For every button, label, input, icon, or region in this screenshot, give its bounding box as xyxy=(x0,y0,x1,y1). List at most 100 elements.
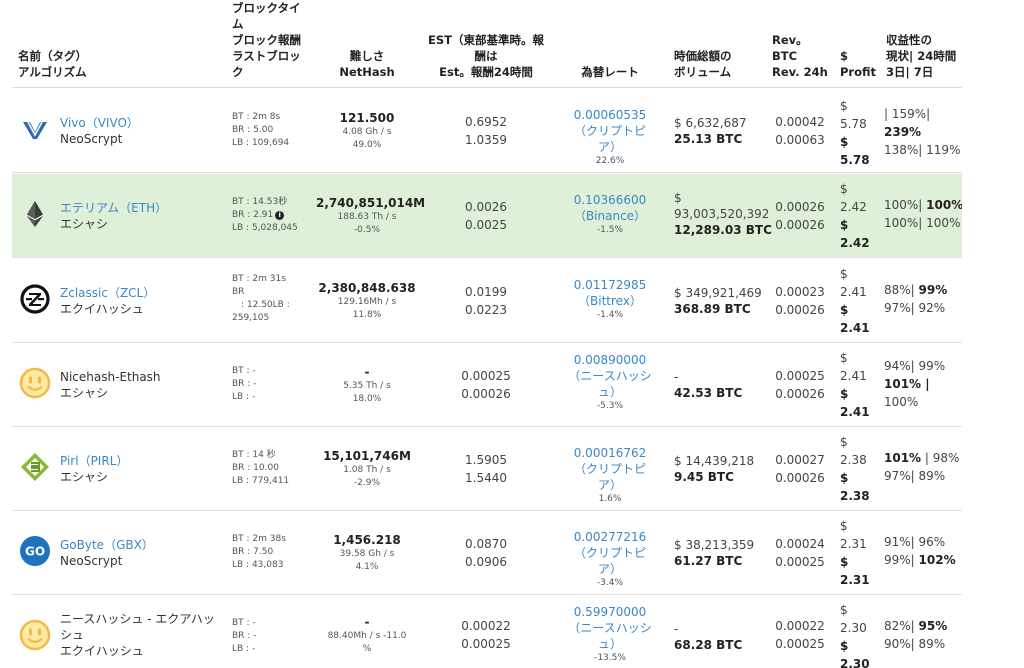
table-row[interactable]: Pirl（PIRL） エシャシ BT : 14 秒 BR : 10.00 LB … xyxy=(12,427,962,511)
est-current: 0.0199 xyxy=(465,285,507,299)
rate-value-link[interactable]: 0.00016762 xyxy=(565,445,655,461)
header-volume[interactable]: 時価総額の ボリューム xyxy=(674,48,732,80)
table-row[interactable]: ニースハッシュ - エクアハッ シュ エクイハッシュ BT : - BR : -… xyxy=(12,595,962,668)
profitability-line-3: 138%| 119% xyxy=(884,143,961,157)
rate-exchange-link[interactable]: （Binance） xyxy=(565,208,655,224)
rev-cell: 0.00022 0.00025 xyxy=(770,617,830,653)
header-rate[interactable]: 為替レート xyxy=(568,64,652,80)
info-icon[interactable]: i xyxy=(275,211,285,220)
header-difficulty-line-1: 難しさ xyxy=(349,49,385,63)
profitability-line-3: 100% xyxy=(884,395,919,409)
market-cap-currency: $ xyxy=(674,191,682,205)
header-profit-line-2: Profit xyxy=(840,65,877,79)
header-est[interactable]: EST（東部基準時。報 酬は Est。報酬24時間 xyxy=(422,32,550,80)
coin-name-link[interactable]: エテリアム（ETH） xyxy=(60,200,167,216)
profit-currency-24h: $ xyxy=(840,471,849,485)
rev-24h: 0.00025 xyxy=(775,555,825,569)
table-row[interactable]: エテリアム（ETH） エシャシ BT : 14.53秒 BR : 2.91 i L… xyxy=(12,174,962,258)
difficulty-change: 4.1% xyxy=(355,562,379,572)
coin-name-link[interactable]: Pirl（PIRL） xyxy=(60,453,128,469)
rate-value-link[interactable]: 0.00277216 xyxy=(565,529,655,545)
table-row[interactable]: Vivo（VIVO） NeoScrypt BT : 2m 8s BR : 5.0… xyxy=(12,89,962,173)
header-profit[interactable]: $ Profit xyxy=(840,48,876,80)
rev-cell: 0.00027 0.00026 xyxy=(770,451,830,487)
rate-value-link[interactable]: 0.59970000 xyxy=(565,604,655,620)
header-profitability-line-3: 3日| 7日 xyxy=(886,65,934,79)
volume-cell: $ 14,439,218 9.45 BTC xyxy=(674,453,774,485)
market-cap: - xyxy=(674,370,679,384)
rate-value-link[interactable]: 0.01172985 xyxy=(565,277,655,293)
profit-cell: $ 5.78 $ 5.78 xyxy=(840,97,876,169)
rev-24h: 0.00025 xyxy=(775,637,825,651)
volume-btc: 9.45 BTC xyxy=(674,470,734,484)
profit-cell: $ 2.38 $ 2.38 xyxy=(840,433,876,505)
rev-24h: 0.00026 xyxy=(775,218,825,232)
profit-current: 2.38 xyxy=(840,453,867,467)
volume-cell: - 68.28 BTC xyxy=(674,621,774,653)
market-cap: $ 349,921,469 xyxy=(674,286,762,300)
profitability-line-1: 91%| 96% xyxy=(884,535,946,549)
profitability-cell: 101% | 98% 97%| 89% xyxy=(884,449,962,485)
rate-value-link[interactable]: 0.00060535 xyxy=(565,107,655,123)
market-cap: $ 14,439,218 xyxy=(674,454,755,468)
est-24h: 0.0906 xyxy=(465,555,507,569)
profitability-line-1: 94%| 99% xyxy=(884,359,946,373)
profit-currency-24h: $ xyxy=(840,387,849,401)
nethash-value: 88.40Mh / s -11.0 xyxy=(327,631,407,641)
profit-currency-24h: $ xyxy=(840,303,849,317)
header-name-line-2: アルゴリズム xyxy=(18,65,87,79)
rate-cell: 0.59970000 （ニースハッシ ュ） -13.5% xyxy=(565,604,655,665)
coin-name-link[interactable]: Vivo（VIVO） xyxy=(60,115,139,131)
profitability-line-1: 82%| 95% xyxy=(884,619,948,633)
table-row[interactable]: GO GoByte（GBX） NeoScrypt BT : 2m 38s BR … xyxy=(12,511,962,595)
rate-exchange-link-cont[interactable]: ュ） xyxy=(565,636,655,652)
rate-cell: 0.00016762 （クリプトピア） 1.6% xyxy=(565,445,655,506)
rate-exchange-link[interactable]: （クリプトピア） xyxy=(565,461,655,493)
rev-24h: 0.00063 xyxy=(775,133,825,147)
est-cell: 0.0199 0.0223 xyxy=(436,283,536,319)
coin-algorithm: NeoScrypt xyxy=(60,132,123,146)
est-24h: 0.0025 xyxy=(465,218,507,232)
header-difficulty[interactable]: 難しさ NetHash xyxy=(322,48,412,80)
coin-name-link[interactable]: ニースハッシュ - エクアハッ xyxy=(60,611,215,627)
difficulty-change: 18.0% xyxy=(352,394,382,404)
coin-name-link[interactable]: Nicehash-Ethash xyxy=(60,369,161,385)
header-profitability[interactable]: 収益性の 現状| 24時間 3日| 7日 xyxy=(886,32,956,80)
header-rev[interactable]: Rev。 BTC Rev. 24h xyxy=(772,32,828,80)
header-profitability-line-1: 収益性の xyxy=(886,33,932,47)
rate-exchange-link[interactable]: （Bittrex） xyxy=(565,293,655,309)
coin-name-link[interactable]: Zclassic（ZCL） xyxy=(60,285,155,301)
table-row[interactable]: Zclassic（ZCL） エクイハッシュ BT : 2m 31s BR : 1… xyxy=(12,259,962,343)
coin-algorithm: エクイハッシュ xyxy=(60,302,144,316)
coin-name-link-cont[interactable]: シュ xyxy=(60,627,84,643)
nicehash-logo-icon xyxy=(19,619,51,651)
profit-current: 2.30 xyxy=(840,621,867,635)
profit-currency: $ xyxy=(840,267,848,281)
rate-exchange-link[interactable]: （クリプトピア） xyxy=(565,545,655,577)
rate-value-link[interactable]: 0.00890000 xyxy=(565,352,655,368)
est-cell: 0.00025 0.00026 xyxy=(436,367,536,403)
rate-exchange-link[interactable]: （クリプトピア） xyxy=(565,123,655,155)
profit-24h: 2.31 xyxy=(840,573,870,587)
volume-cell: $ 93,003,520,392 12,289.03 BTC xyxy=(674,190,774,238)
table-row[interactable]: Nicehash-Ethash エシャシ BT : - BR : - LB : … xyxy=(12,343,962,427)
header-block-line-1: ブロックタイ xyxy=(232,1,301,15)
rate-exchange-link-cont[interactable]: ュ） xyxy=(565,384,655,400)
volume-cell: $ 38,213,359 61.27 BTC xyxy=(674,537,774,569)
header-name[interactable]: 名前（タグ） アルゴリズム xyxy=(18,48,87,80)
header-volume-line-2: ボリューム xyxy=(674,65,732,79)
nethash-value: 129.16Mh / s xyxy=(337,297,397,307)
rate-exchange-link[interactable]: （ニースハッシ xyxy=(565,620,655,636)
coin-name-link[interactable]: GoByte（GBX） xyxy=(60,537,154,553)
rate-cell: 0.00890000 （ニースハッシ ュ） -5.3% xyxy=(565,352,655,413)
rate-cell: 0.01172985 （Bittrex） -1.4% xyxy=(565,277,655,322)
rev-current: 0.00042 xyxy=(775,115,825,129)
header-est-line-3: Est。報酬24時間 xyxy=(439,65,533,79)
rev-cell: 0.00042 0.00063 xyxy=(770,113,830,149)
profit-currency-24h: $ xyxy=(840,135,849,149)
rate-exchange-link[interactable]: （ニースハッシ xyxy=(565,368,655,384)
est-cell: 0.00022 0.00025 xyxy=(436,617,536,653)
rate-change: -3.4% xyxy=(596,578,624,588)
header-block[interactable]: ブロックタイ ム ブロック報酬 ラストブロッ ク xyxy=(232,0,301,80)
rate-value-link[interactable]: 0.10366600 xyxy=(565,192,655,208)
